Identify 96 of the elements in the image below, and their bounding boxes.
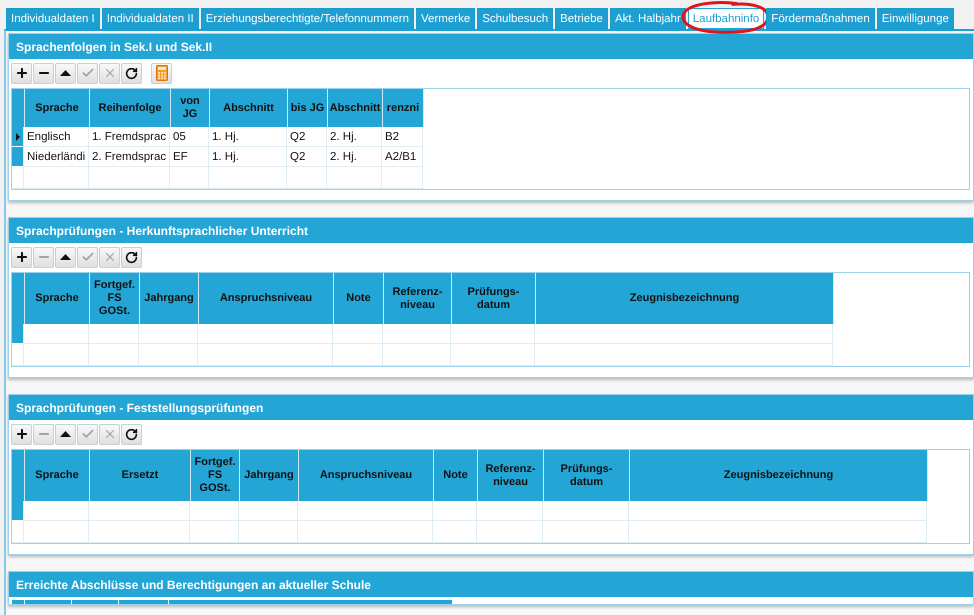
plus-icon bbox=[14, 427, 28, 441]
table-cell bbox=[239, 501, 298, 521]
table-cell: 05 bbox=[170, 127, 209, 147]
check-icon bbox=[80, 427, 94, 441]
section-header: Sprachprüfungen - Feststellungsprüfungen bbox=[9, 395, 973, 420]
refresh-button[interactable] bbox=[121, 424, 142, 444]
section-header: Sprachprüfungen - Herkunftsprachlicher Unterricht bbox=[9, 218, 973, 243]
table-cell: A2/B1 bbox=[382, 147, 423, 167]
column-header[interactable]: Jahrgang bbox=[140, 273, 199, 324]
table-cell: Q2 bbox=[287, 127, 327, 147]
column-header[interactable]: bis JG bbox=[288, 89, 328, 127]
table-cell: 1. Hj. bbox=[209, 147, 287, 167]
table-cell bbox=[383, 344, 451, 366]
column-header[interactable]: Jahrgang bbox=[240, 450, 299, 501]
table-cell: Q2 bbox=[287, 147, 327, 167]
row-indicator[interactable] bbox=[12, 127, 24, 147]
table-cell bbox=[333, 324, 383, 344]
table-cell: 1. Fremdsprac bbox=[89, 127, 170, 147]
column-header[interactable]: Sprache bbox=[25, 89, 90, 127]
table-cell bbox=[287, 167, 327, 189]
triangle-up-icon bbox=[60, 431, 71, 437]
column-header[interactable]: Fortgef. FS GOSt. bbox=[191, 450, 240, 501]
column-header[interactable]: Ersetzt bbox=[90, 450, 191, 501]
table-cell: Niederländi bbox=[24, 147, 89, 167]
column-header[interactable]: Referenz-niveau bbox=[384, 273, 452, 324]
section-header: Erreichte Abschlüsse und Berechtigungen an aktueller Schule bbox=[9, 572, 973, 597]
table-cell bbox=[382, 167, 423, 189]
remove-button[interactable] bbox=[33, 62, 54, 84]
check-icon bbox=[80, 250, 94, 264]
table-cell: EF bbox=[170, 147, 209, 167]
table-cell bbox=[139, 324, 198, 344]
table-cell bbox=[477, 521, 543, 543]
refresh-button[interactable] bbox=[121, 62, 142, 84]
column-header[interactable]: Referenz-niveau bbox=[478, 450, 544, 501]
table-cell bbox=[239, 521, 298, 543]
table-cell bbox=[190, 501, 239, 521]
table-cell bbox=[190, 521, 239, 543]
table-cell bbox=[333, 344, 383, 366]
table-corner bbox=[12, 450, 25, 501]
table-cell bbox=[89, 324, 139, 344]
triangle-up-icon bbox=[60, 70, 71, 76]
add-button[interactable] bbox=[11, 246, 32, 268]
move-up-button[interactable] bbox=[55, 62, 76, 84]
column-header[interactable]: Note bbox=[434, 450, 478, 501]
table-cell: 2. Fremdsprac bbox=[89, 147, 170, 167]
column-header[interactable]: Anspruchsniveau bbox=[299, 450, 434, 501]
table-cell bbox=[433, 521, 477, 543]
table-cell: 2. Hj. bbox=[327, 147, 382, 167]
table-cell bbox=[477, 501, 543, 521]
column-header[interactable]: Zeugnisbezeichnung bbox=[536, 273, 834, 324]
column-header[interactable]: Prüfungs-datum bbox=[452, 273, 536, 324]
column-header[interactable]: Zeugnisbezeichnung bbox=[630, 450, 928, 501]
triangle-up-icon bbox=[60, 254, 71, 260]
table-corner bbox=[12, 273, 25, 324]
table-cell bbox=[383, 324, 451, 344]
column-header[interactable]: Abschnitt bbox=[328, 89, 383, 127]
move-up-button[interactable] bbox=[55, 424, 76, 444]
calculator-button[interactable] bbox=[151, 62, 172, 84]
table-cell bbox=[327, 167, 382, 189]
table-cell bbox=[170, 167, 209, 189]
current-row-icon bbox=[16, 132, 20, 140]
plus-icon bbox=[14, 250, 28, 264]
column-header[interactable]: Note bbox=[334, 273, 384, 324]
refresh-button[interactable] bbox=[121, 246, 142, 268]
calculator-icon bbox=[156, 65, 168, 81]
column-header[interactable]: Reihenfolge bbox=[90, 89, 171, 127]
refresh-icon bbox=[125, 250, 138, 264]
table-cell: Englisch bbox=[24, 127, 89, 147]
check-icon bbox=[80, 66, 94, 80]
plus-icon bbox=[14, 66, 28, 80]
table-cell bbox=[89, 344, 139, 366]
table-cell bbox=[24, 167, 89, 189]
table-cell bbox=[24, 324, 89, 344]
move-up-button[interactable] bbox=[55, 246, 76, 268]
table-cell bbox=[24, 501, 89, 521]
column-header[interactable]: Anspruchsniveau bbox=[199, 273, 334, 324]
table-cell bbox=[139, 344, 198, 366]
column-header[interactable]: von JG bbox=[171, 89, 210, 127]
table-cell: 2. Hj. bbox=[327, 127, 382, 147]
column-header[interactable]: renzni bbox=[383, 89, 424, 127]
column-header[interactable]: Sprache bbox=[25, 273, 90, 324]
add-button[interactable] bbox=[11, 424, 32, 444]
column-header[interactable]: Fortgef. FS GOSt. bbox=[90, 273, 140, 324]
column-header[interactable]: Abschnitt bbox=[210, 89, 288, 127]
table-cell bbox=[24, 521, 89, 543]
table-cell: B2 bbox=[382, 127, 423, 147]
table-cell: 1. Hj. bbox=[209, 127, 287, 147]
column-header[interactable]: Prüfungs-datum bbox=[544, 450, 630, 501]
column-header[interactable]: Sprache bbox=[25, 450, 90, 501]
table-cell bbox=[433, 501, 477, 521]
refresh-icon bbox=[125, 428, 138, 440]
add-button[interactable] bbox=[11, 62, 32, 84]
table-cell bbox=[24, 344, 89, 366]
section-header: Sprachenfolgen in Sek.I und Sek.II bbox=[9, 34, 973, 59]
refresh-icon bbox=[125, 66, 138, 80]
table-corner bbox=[12, 89, 25, 127]
